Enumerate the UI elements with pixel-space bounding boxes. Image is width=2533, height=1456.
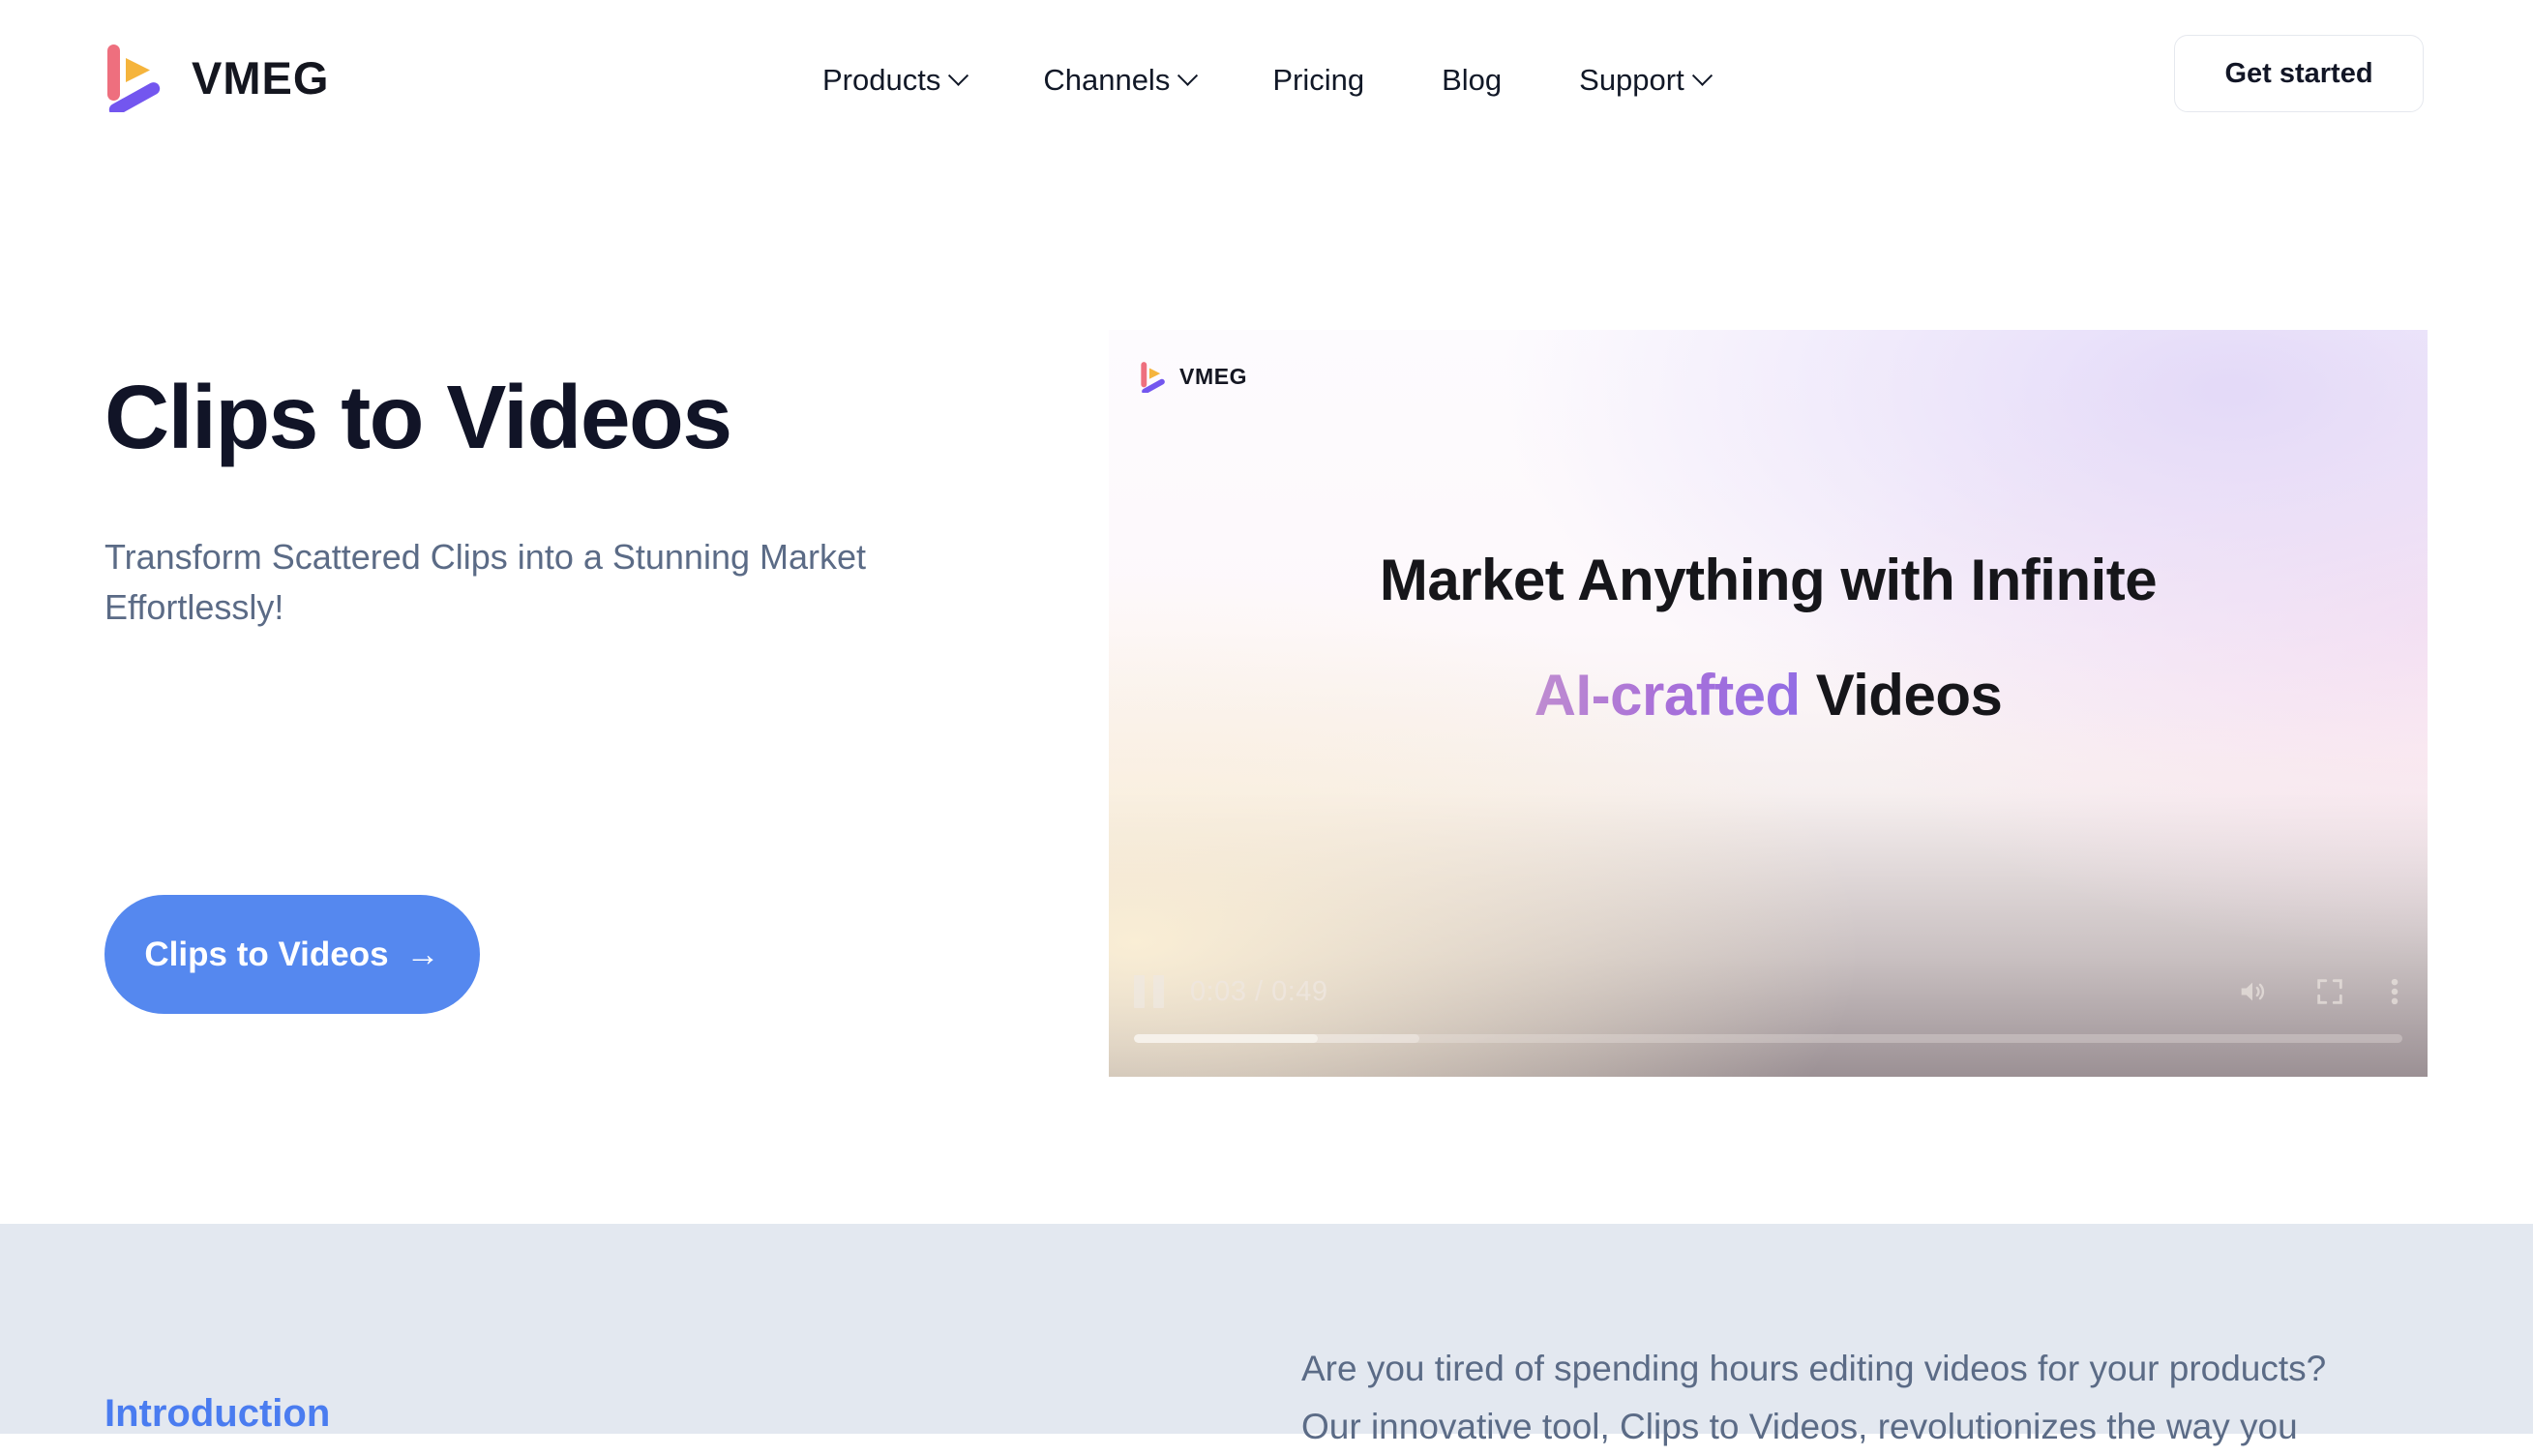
video-time-display: 0:03 / 0:49 — [1190, 975, 1328, 1007]
main-nav: Products Channels Pricing Blog Support — [784, 54, 1748, 105]
video-controls-row: 0:03 / 0:49 — [1109, 965, 2428, 1019]
nav-item-channels[interactable]: Channels — [1004, 54, 1234, 105]
page-title: Clips to Videos — [104, 367, 732, 467]
nav-label: Blog — [1442, 63, 1503, 97]
site-header: VMEG Products Channels Pricing Blog Supp… — [0, 0, 2533, 164]
nav-label: Channels — [1043, 63, 1171, 97]
pause-icon[interactable] — [1134, 975, 1165, 1008]
get-started-button[interactable]: Get started — [2174, 35, 2424, 112]
introduction-line-1: Are you tired of spending hours editing … — [1301, 1349, 2327, 1388]
nav-item-products[interactable]: Products — [784, 54, 1004, 105]
video-played-range — [1134, 1034, 1319, 1043]
video-watermark-label: VMEG — [1179, 364, 1248, 389]
arrow-right-icon: → — [405, 935, 440, 973]
chevron-down-icon — [1691, 65, 1713, 86]
introduction-paragraph: Are you tired of spending hours editing … — [1301, 1340, 2443, 1456]
nav-item-support[interactable]: Support — [1540, 54, 1748, 105]
fullscreen-icon[interactable] — [2313, 975, 2346, 1008]
clips-to-videos-button[interactable]: Clips to Videos → — [104, 895, 480, 1014]
more-vertical-icon[interactable] — [2389, 975, 2400, 1008]
video-caption: Market Anything with Infinite AI-crafted… — [1109, 547, 2428, 728]
vmeg-play-logo-icon — [1140, 361, 1167, 393]
video-surface: VMEG Market Anything with Infinite AI-cr… — [1109, 330, 2428, 1077]
hero-video-player[interactable]: VMEG Market Anything with Infinite AI-cr… — [1109, 330, 2428, 1077]
nav-label: Pricing — [1272, 63, 1365, 97]
brand-name: VMEG — [192, 51, 330, 104]
video-watermark: VMEG — [1140, 361, 1247, 393]
hero-text-block: Clips to Videos Transform Scattered Clip… — [104, 368, 1072, 634]
vmeg-play-logo-icon — [104, 43, 164, 112]
video-caption-suffix: Videos — [1815, 663, 2003, 728]
video-controls-left: 0:03 / 0:49 — [1134, 975, 1328, 1008]
video-progress-bar[interactable] — [1134, 1034, 2402, 1043]
nav-item-pricing[interactable]: Pricing — [1234, 54, 1403, 105]
chevron-down-icon — [948, 65, 969, 86]
hero-subtitle: Transform Scattered Clips into a Stunnin… — [104, 537, 867, 628]
cta-label: Clips to Videos — [144, 935, 389, 973]
video-caption-line1: Market Anything with Infinite — [1379, 548, 2158, 612]
nav-label: Products — [822, 63, 941, 97]
chevron-down-icon — [1177, 65, 1199, 86]
brand-logo-link[interactable]: VMEG — [104, 43, 329, 112]
nav-item-blog[interactable]: Blog — [1403, 54, 1540, 105]
video-controls: 0:03 / 0:49 — [1109, 932, 2428, 1077]
video-caption-highlight: AI-crafted — [1535, 663, 1816, 728]
volume-icon[interactable] — [2234, 975, 2271, 1008]
nav-label: Support — [1579, 63, 1684, 97]
introduction-line-2: Our innovative tool, Clips to Videos, re… — [1301, 1406, 2298, 1446]
video-controls-right — [2234, 975, 2400, 1008]
introduction-heading: Introduction — [104, 1392, 331, 1435]
video-caption-line2: AI-crafted Videos — [1109, 662, 2428, 728]
